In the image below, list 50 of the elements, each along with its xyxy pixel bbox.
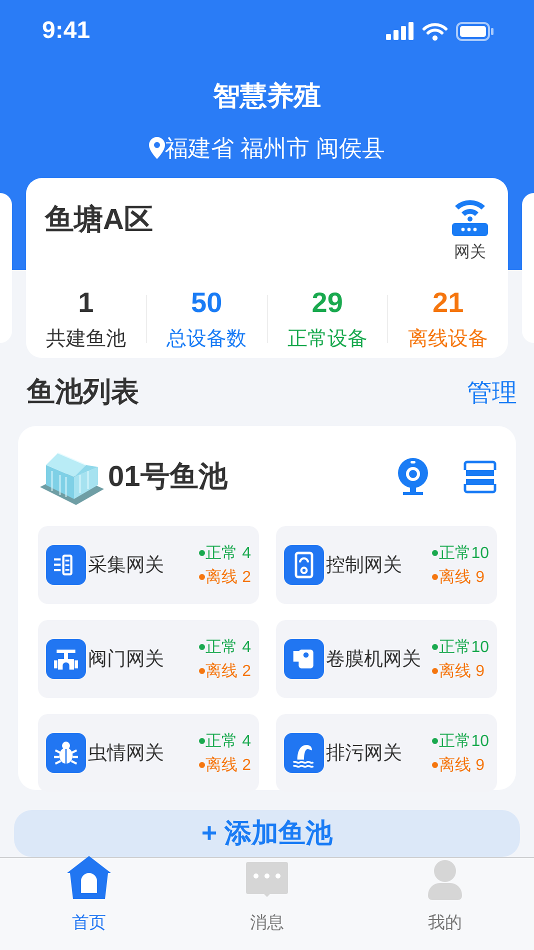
normal-count: 正常 4 — [206, 732, 251, 752]
offline-count: 离线 2 — [206, 662, 251, 682]
status-time: 9:41 — [42, 17, 90, 45]
normal-count: 正常10 — [439, 544, 489, 564]
pond-name: 01号鱼池 — [108, 460, 228, 495]
offline-count: 离线 2 — [206, 568, 251, 588]
chat-bubble-icon — [246, 862, 288, 898]
manage-link[interactable]: 管理 — [467, 376, 517, 408]
speaker-icon — [284, 545, 324, 585]
stat-label: 正常设备 — [287, 326, 368, 352]
location-text: 福建省 福州市 闽侯县 — [165, 134, 385, 162]
stat-value: 29 — [312, 286, 343, 318]
area-name: 鱼塘A区 — [45, 202, 153, 238]
gateway-tile[interactable]: 虫情网关 正常 4 离线 2 — [38, 714, 259, 792]
stat-label: 总设备数 — [166, 326, 247, 352]
stat-value: 50 — [191, 286, 222, 318]
bug-icon — [46, 733, 86, 773]
battery-icon — [456, 22, 494, 40]
offline-count: 离线 9 — [439, 756, 485, 776]
tab-item[interactable]: 消息 — [178, 858, 356, 950]
gateway-tile[interactable]: 阀门网关 正常 4 离线 2 — [38, 620, 259, 698]
normal-count: 正常10 — [439, 638, 489, 658]
webcam-icon[interactable] — [397, 457, 429, 497]
normal-count: 正常 4 — [206, 638, 251, 658]
gateway-tile[interactable]: 排污网关 正常10 离线 9 — [276, 714, 497, 792]
outlet-icon — [284, 733, 324, 773]
gateway-tile[interactable]: 采集网关 正常 4 离线 2 — [38, 526, 259, 604]
gateway-tile[interactable]: 卷膜机网关 正常10 离线 9 — [276, 620, 497, 698]
valve-icon — [46, 639, 86, 679]
scan-icon[interactable] — [463, 460, 497, 494]
gateway-tile[interactable]: 控制网关 正常10 离线 9 — [276, 526, 497, 604]
signal-icon — [386, 22, 414, 40]
offline-count: 离线 2 — [206, 756, 251, 776]
offline-count: 离线 9 — [439, 568, 485, 588]
app-title: 智慧养殖 — [213, 80, 321, 113]
stat-value: 21 — [432, 286, 464, 318]
tab-item[interactable]: 首页 — [0, 858, 178, 950]
section-title: 鱼池列表 — [27, 375, 139, 409]
location-pin-icon — [149, 137, 166, 159]
normal-count: 正常 4 — [206, 544, 251, 564]
stat-label: 离线设备 — [408, 326, 488, 352]
offline-count: 离线 9 — [439, 662, 485, 682]
tab-item[interactable]: 我的 — [356, 858, 534, 950]
stat-label: 共建鱼池 — [46, 326, 126, 352]
gateway-label: 网关 — [454, 242, 486, 263]
stat-value: 1 — [78, 286, 94, 318]
normal-count: 正常10 — [439, 732, 489, 752]
user-icon — [428, 860, 462, 900]
wifi-icon — [422, 22, 448, 40]
list-icon — [46, 545, 86, 585]
